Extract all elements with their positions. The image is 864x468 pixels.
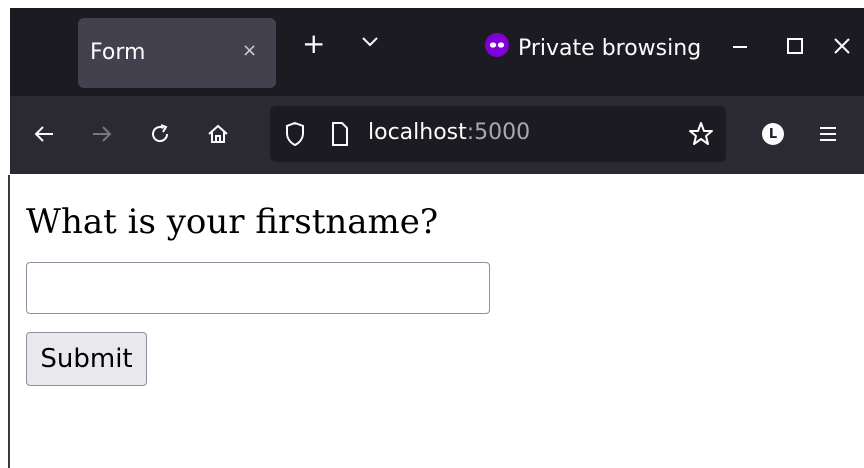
private-browsing-indicator: Private browsing xyxy=(484,32,701,64)
account-icon[interactable]: L xyxy=(762,123,784,145)
shield-icon[interactable] xyxy=(284,121,306,151)
home-icon[interactable] xyxy=(206,122,230,150)
submit-button[interactable]: Submit xyxy=(26,332,147,386)
tab-bar: Form × + Private browsing xyxy=(10,8,864,96)
private-mask-icon xyxy=(484,32,510,64)
chevron-down-icon[interactable] xyxy=(360,34,380,53)
minimize-icon[interactable] xyxy=(730,36,750,60)
maximize-icon[interactable] xyxy=(785,36,805,60)
question-label: What is your firstname? xyxy=(26,202,439,242)
firstname-input[interactable] xyxy=(26,262,490,314)
page-content: What is your firstname? Submit xyxy=(10,174,864,468)
url-text[interactable]: localhost:5000 xyxy=(368,120,530,145)
address-bar[interactable]: localhost:5000 xyxy=(270,106,726,162)
navigation-toolbar: localhost:5000 L xyxy=(10,96,864,174)
close-icon[interactable]: × xyxy=(242,40,257,61)
url-host: localhost xyxy=(368,120,467,145)
plus-icon[interactable]: + xyxy=(302,30,325,58)
page-icon[interactable] xyxy=(330,121,350,151)
star-icon[interactable] xyxy=(688,121,714,151)
private-label: Private browsing xyxy=(518,35,702,61)
browser-window: Form × + Private browsing localhost:5000… xyxy=(10,8,864,468)
back-arrow-icon[interactable] xyxy=(32,122,56,150)
screen-edge xyxy=(0,0,8,468)
tab-form[interactable]: Form × xyxy=(78,18,276,88)
reload-icon[interactable] xyxy=(148,122,172,150)
url-port: :5000 xyxy=(466,120,531,145)
close-window-icon[interactable] xyxy=(832,36,852,60)
tab-title: Form xyxy=(90,40,146,65)
menu-icon[interactable] xyxy=(818,124,838,148)
forward-arrow-icon xyxy=(90,122,114,150)
